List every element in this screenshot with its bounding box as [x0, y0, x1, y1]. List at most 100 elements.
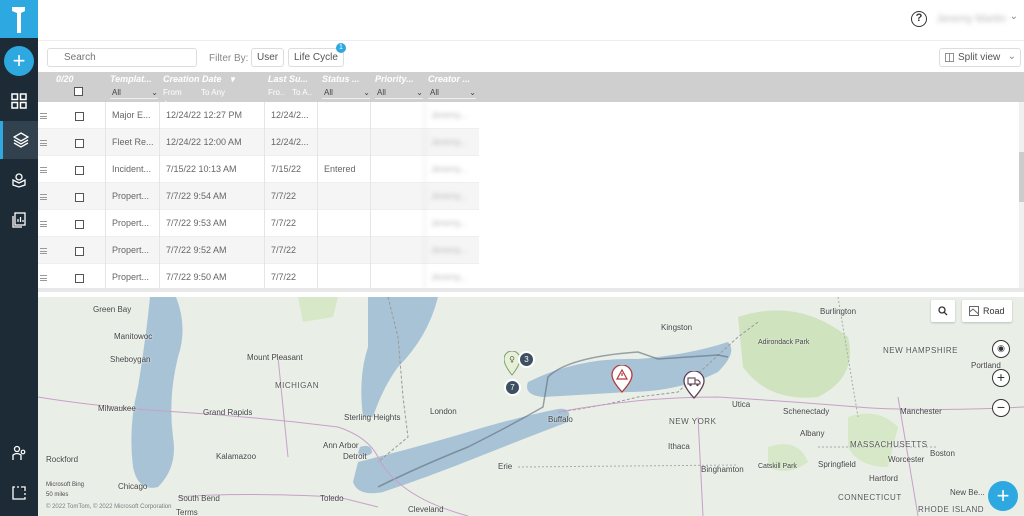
chevron-down-icon[interactable]: ⌄: [1010, 11, 1018, 22]
select-all-checkbox[interactable]: [74, 87, 83, 96]
help-icon[interactable]: ?: [911, 11, 927, 27]
map-label: Ithaca: [668, 442, 690, 451]
map-label: Manitowoc: [114, 332, 153, 341]
map-label: NEW YORK: [669, 417, 717, 426]
scrollbar-thumb[interactable]: [1019, 152, 1024, 202]
map-label: Cleveland: [408, 505, 444, 514]
map-label[interactable]: Terms: [176, 508, 198, 516]
last-from-input[interactable]: Fro..: [268, 87, 288, 99]
truck-pin-icon[interactable]: [683, 371, 705, 399]
search-input[interactable]: [47, 48, 197, 67]
map-scale: 50 miles: [46, 492, 69, 498]
toolbar: Filter By: User Life Cycle 1 Split view …: [38, 40, 1024, 72]
sort-down-icon[interactable]: ▾: [230, 74, 235, 85]
row-checkbox[interactable]: [75, 193, 84, 202]
map-label: RHODE ISLAND: [918, 505, 985, 514]
map-style-button[interactable]: Road: [962, 300, 1012, 322]
layers-icon[interactable]: [0, 121, 38, 159]
drag-handle-icon[interactable]: [40, 221, 47, 227]
map-label: NEW HAMPSHIRE: [883, 346, 958, 355]
row-checkbox[interactable]: [75, 139, 84, 148]
map-search-button[interactable]: [931, 300, 955, 322]
reports-icon[interactable]: [0, 201, 38, 239]
map-label: Grand Rapids: [203, 408, 253, 417]
map-label: Buffalo: [548, 415, 573, 424]
map-view[interactable]: Green Bay Manitowoc Sheboygan Mount Plea…: [38, 297, 1024, 516]
drag-handle-icon[interactable]: [40, 275, 47, 281]
top-bar: ? Jeremy Martin ⌄: [38, 0, 1024, 40]
lifecycle-count-badge: 1: [336, 43, 346, 53]
date-from-input[interactable]: From Any: [163, 87, 193, 109]
zoom-out-button[interactable]: −: [992, 399, 1010, 417]
column-status[interactable]: Status ...: [322, 74, 370, 84]
warning-pin-icon[interactable]: [611, 365, 633, 393]
add-icon[interactable]: +: [4, 46, 34, 76]
table-vertical-scrollbar[interactable]: [1019, 102, 1024, 292]
app-logo[interactable]: [0, 0, 38, 38]
filter-template-select[interactable]: All ⌄: [110, 87, 158, 99]
search-icon: [938, 306, 948, 316]
drag-handle-icon[interactable]: [40, 113, 47, 119]
last-to-input[interactable]: To A..: [292, 87, 312, 99]
column-template[interactable]: Templat...: [110, 74, 158, 84]
split-view-icon: [945, 53, 954, 62]
map-label: MASSACHUSETTS: [850, 440, 928, 449]
table-row[interactable]: Propert... 7/7/22 9:53 AM 7/7/22 Jeremy.…: [38, 210, 479, 237]
table-row[interactable]: Incident... 7/15/22 10:13 AM 7/15/22 Ent…: [38, 156, 479, 183]
zoom-in-button[interactable]: +: [992, 369, 1010, 387]
people-icon[interactable]: [0, 434, 38, 472]
table-row[interactable]: Propert... 7/7/22 9:52 AM 7/7/22 Jeremy.…: [38, 237, 479, 264]
map-label: Erie: [498, 462, 513, 471]
filter-status-select[interactable]: All ⌄: [322, 87, 370, 99]
locate-me-icon[interactable]: ◉: [992, 340, 1010, 358]
column-last-submitted[interactable]: Last Su...: [268, 74, 316, 84]
map-style-label: Road: [983, 306, 1005, 316]
marker-cluster[interactable]: 3: [518, 351, 535, 368]
split-view-dropdown[interactable]: Split view ⌄: [939, 48, 1021, 67]
table-row[interactable]: Propert... 7/7/22 9:54 AM 7/7/22 Jeremy.…: [38, 183, 479, 210]
map-label: Catskill Park: [758, 463, 797, 470]
table-row[interactable]: Major E... 12/24/22 12:27 PM 12/24/2... …: [38, 102, 479, 129]
map-label: Schenectady: [783, 407, 830, 416]
row-checkbox[interactable]: [75, 220, 84, 229]
package-map-icon[interactable]: [0, 161, 38, 199]
map-label: Springfield: [818, 460, 856, 469]
drag-handle-icon[interactable]: [40, 194, 47, 200]
filter-user-button[interactable]: User: [251, 48, 285, 67]
column-creator[interactable]: Creator ...: [428, 74, 476, 84]
map-label: Albany: [800, 429, 825, 438]
drag-handle-icon[interactable]: [40, 167, 47, 173]
floating-add-button[interactable]: +: [988, 481, 1018, 511]
column-priority[interactable]: Priority...: [375, 74, 423, 84]
table-horizontal-scrollbar[interactable]: [38, 288, 1024, 292]
map-label: Toledo: [320, 494, 344, 503]
map-label: Chicago: [118, 482, 148, 491]
filter-creator-select[interactable]: All ⌄: [428, 87, 476, 99]
map-canvas: [38, 297, 1024, 516]
map-label: Kalamazoo: [216, 452, 257, 461]
column-creation-date[interactable]: Creation Date: [163, 74, 233, 84]
chevron-down-icon: ⌄: [1007, 51, 1016, 62]
map-label: South Bend: [178, 494, 220, 503]
date-to-input[interactable]: To Any: [201, 87, 231, 99]
row-checkbox[interactable]: [75, 274, 84, 283]
map-label: Hartford: [869, 474, 898, 483]
row-checkbox[interactable]: [75, 112, 84, 121]
collapse-icon[interactable]: [0, 474, 38, 512]
filter-lifecycle-button[interactable]: Life Cycle: [288, 48, 344, 67]
drag-handle-icon[interactable]: [40, 140, 47, 146]
table-row[interactable]: Fleet Re... 12/24/22 12:00 AM 12/24/2...…: [38, 129, 479, 156]
row-checkbox[interactable]: [75, 166, 84, 175]
user-name[interactable]: Jeremy Martin: [936, 13, 1006, 25]
map-label: Boston: [930, 449, 955, 458]
map-label: London: [430, 407, 457, 416]
marker-cluster[interactable]: 7: [504, 379, 521, 396]
table-row[interactable]: Propert... 7/7/22 9:50 AM 7/7/22 Jeremy.…: [38, 264, 479, 291]
row-checkbox[interactable]: [75, 247, 84, 256]
map-label: Manchester: [900, 407, 942, 416]
filter-by-label: Filter By:: [209, 53, 249, 64]
dashboard-icon[interactable]: [0, 82, 38, 120]
split-view-label: Split view: [958, 52, 1001, 63]
drag-handle-icon[interactable]: [40, 248, 47, 254]
filter-priority-select[interactable]: All ⌄: [375, 87, 423, 99]
